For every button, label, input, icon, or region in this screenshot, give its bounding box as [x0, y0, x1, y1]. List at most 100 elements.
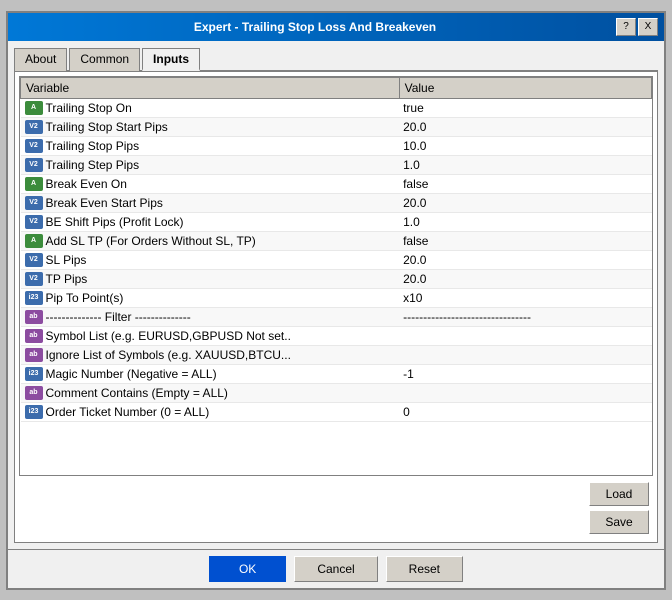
table-row[interactable]: ABreak Even Onfalse: [21, 174, 652, 193]
tab-common[interactable]: Common: [69, 48, 140, 71]
ok-button[interactable]: OK: [209, 556, 286, 582]
table-row[interactable]: abIgnore List of Symbols (e.g. XAUUSD,BT…: [21, 345, 652, 364]
type-icon: A: [25, 101, 43, 115]
reset-button[interactable]: Reset: [386, 556, 463, 582]
tab-inputs[interactable]: Inputs: [142, 48, 200, 71]
title-bar-buttons: ? X: [616, 18, 658, 36]
table-row[interactable]: V2Trailing Stop Pips10.0: [21, 136, 652, 155]
cancel-button[interactable]: Cancel: [294, 556, 377, 582]
table-row[interactable]: AAdd SL TP (For Orders Without SL, TP)fa…: [21, 231, 652, 250]
table-row[interactable]: abSymbol List (e.g. EURUSD,GBPUSD Not se…: [21, 326, 652, 345]
variable-cell: AAdd SL TP (For Orders Without SL, TP): [21, 231, 400, 250]
table-row[interactable]: i23Pip To Point(s)x10: [21, 288, 652, 307]
variable-cell: V2SL Pips: [21, 250, 400, 269]
variable-label: Symbol List (e.g. EURUSD,GBPUSD Not set.…: [46, 329, 291, 343]
table-row[interactable]: V2Break Even Start Pips20.0: [21, 193, 652, 212]
bottom-section: Load Save: [19, 476, 653, 538]
table-row[interactable]: V2BE Shift Pips (Profit Lock)1.0: [21, 212, 652, 231]
table-row[interactable]: ab-------------- Filter -------------- --…: [21, 307, 652, 326]
variable-label: Trailing Step Pips: [46, 158, 140, 172]
help-button[interactable]: ?: [616, 18, 636, 36]
variable-label: Trailing Stop Start Pips: [46, 120, 168, 134]
value-cell: 20.0: [399, 250, 651, 269]
variable-cell: V2BE Shift Pips (Profit Lock): [21, 212, 400, 231]
table-row[interactable]: i23Magic Number (Negative = ALL)-1: [21, 364, 652, 383]
variable-label: BE Shift Pips (Profit Lock): [46, 215, 184, 229]
variable-cell: i23Order Ticket Number (0 = ALL): [21, 402, 400, 421]
variable-label: Trailing Stop On: [46, 101, 132, 115]
tab-bar: About Common Inputs: [14, 47, 658, 72]
variable-cell: i23Magic Number (Negative = ALL): [21, 364, 400, 383]
value-cell: [399, 345, 651, 364]
inputs-table: Variable Value ATrailing Stop OntrueV2Tr…: [20, 77, 652, 422]
type-icon: ab: [25, 348, 43, 362]
type-icon: i23: [25, 367, 43, 381]
load-save-buttons: Load Save: [589, 482, 649, 534]
value-cell: 20.0: [399, 269, 651, 288]
variable-label: Ignore List of Symbols (e.g. XAUUSD,BTCU…: [46, 348, 291, 362]
type-icon: V2: [25, 196, 43, 210]
value-cell: [399, 383, 651, 402]
variable-label: Comment Contains (Empty = ALL): [46, 386, 228, 400]
inputs-table-container[interactable]: Variable Value ATrailing Stop OntrueV2Tr…: [19, 76, 653, 476]
type-icon: A: [25, 177, 43, 191]
variable-label: -------------- Filter --------------: [46, 310, 191, 324]
value-cell: -1: [399, 364, 651, 383]
table-row[interactable]: V2Trailing Stop Start Pips20.0: [21, 117, 652, 136]
variable-label: Order Ticket Number (0 = ALL): [46, 405, 210, 419]
variable-cell: V2Trailing Stop Pips: [21, 136, 400, 155]
window-title: Expert - Trailing Stop Loss And Breakeve…: [14, 20, 616, 34]
variable-cell: V2Break Even Start Pips: [21, 193, 400, 212]
variable-label: Pip To Point(s): [46, 291, 124, 305]
type-icon: ab: [25, 310, 43, 324]
variable-cell: abIgnore List of Symbols (e.g. XAUUSD,BT…: [21, 345, 400, 364]
value-cell: 10.0: [399, 136, 651, 155]
value-cell: 0: [399, 402, 651, 421]
value-cell: 20.0: [399, 193, 651, 212]
table-row[interactable]: V2TP Pips20.0: [21, 269, 652, 288]
variable-cell: ATrailing Stop On: [21, 98, 400, 117]
value-cell: [399, 326, 651, 345]
variable-cell: ABreak Even On: [21, 174, 400, 193]
close-button[interactable]: X: [638, 18, 658, 36]
variable-cell: V2Trailing Stop Start Pips: [21, 117, 400, 136]
tab-about[interactable]: About: [14, 48, 67, 71]
title-bar: Expert - Trailing Stop Loss And Breakeve…: [8, 13, 664, 41]
col-header-variable: Variable: [21, 77, 400, 98]
table-row[interactable]: i23Order Ticket Number (0 = ALL)0: [21, 402, 652, 421]
load-button[interactable]: Load: [589, 482, 649, 506]
type-icon: V2: [25, 158, 43, 172]
value-cell: true: [399, 98, 651, 117]
type-icon: ab: [25, 386, 43, 400]
table-row[interactable]: ATrailing Stop Ontrue: [21, 98, 652, 117]
variable-label: Add SL TP (For Orders Without SL, TP): [46, 234, 256, 248]
value-cell: 20.0: [399, 117, 651, 136]
save-button[interactable]: Save: [589, 510, 649, 534]
type-icon: V2: [25, 215, 43, 229]
value-cell: --------------------------------: [399, 307, 651, 326]
variable-cell: V2TP Pips: [21, 269, 400, 288]
value-cell: x10: [399, 288, 651, 307]
col-header-value: Value: [399, 77, 651, 98]
variable-cell: abComment Contains (Empty = ALL): [21, 383, 400, 402]
type-icon: ab: [25, 329, 43, 343]
type-icon: A: [25, 234, 43, 248]
type-icon: V2: [25, 139, 43, 153]
table-row[interactable]: V2SL Pips20.0: [21, 250, 652, 269]
type-icon: V2: [25, 272, 43, 286]
variable-label: TP Pips: [46, 272, 88, 286]
table-row[interactable]: V2Trailing Step Pips1.0: [21, 155, 652, 174]
type-icon: V2: [25, 120, 43, 134]
variable-cell: i23Pip To Point(s): [21, 288, 400, 307]
variable-label: Magic Number (Negative = ALL): [46, 367, 217, 381]
table-row[interactable]: abComment Contains (Empty = ALL): [21, 383, 652, 402]
value-cell: false: [399, 174, 651, 193]
value-cell: 1.0: [399, 212, 651, 231]
main-window: Expert - Trailing Stop Loss And Breakeve…: [6, 11, 666, 590]
variable-label: Trailing Stop Pips: [46, 139, 140, 153]
variable-cell: V2Trailing Step Pips: [21, 155, 400, 174]
variable-label: Break Even Start Pips: [46, 196, 163, 210]
tab-content-inputs: Variable Value ATrailing Stop OntrueV2Tr…: [14, 72, 658, 543]
type-icon: V2: [25, 253, 43, 267]
variable-cell: abSymbol List (e.g. EURUSD,GBPUSD Not se…: [21, 326, 400, 345]
